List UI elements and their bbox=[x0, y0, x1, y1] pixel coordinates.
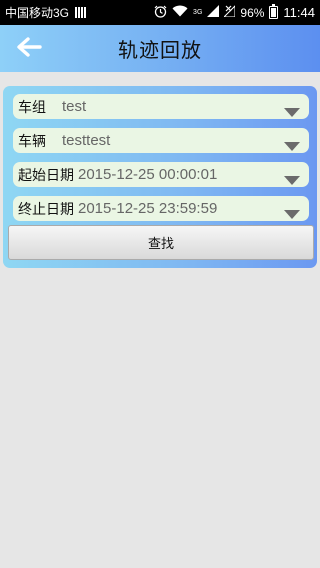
network-type-label: 3G bbox=[193, 9, 203, 16]
carrier-label: 中国移动3G bbox=[5, 6, 70, 20]
start-date-picker[interactable]: 起始日期 2015-12-25 00:00:01 bbox=[13, 162, 309, 187]
end-date-picker[interactable]: 终止日期 2015-12-25 23:59:59 bbox=[13, 196, 309, 221]
battery-icon bbox=[269, 4, 279, 19]
wifi-icon bbox=[172, 5, 188, 20]
alarm-clock-icon bbox=[154, 5, 167, 21]
cell-signal-icon bbox=[207, 5, 220, 20]
start-date-value: 2015-12-25 00:00:01 bbox=[78, 166, 218, 183]
no-sim-signal-icon bbox=[223, 4, 236, 20]
page-title: 轨迹回放 bbox=[118, 38, 202, 62]
vehicle-group-value: test bbox=[62, 98, 87, 115]
battery-percent: 96% bbox=[240, 5, 265, 20]
dropdown-arrow-icon bbox=[284, 136, 300, 151]
back-arrow-icon bbox=[16, 37, 42, 61]
dropdown-arrow-icon bbox=[284, 204, 300, 219]
vehicle-dropdown[interactable]: 车辆 testtest bbox=[13, 128, 309, 153]
end-date-value: 2015-12-25 23:59:59 bbox=[78, 200, 218, 217]
clock-time: 11:44 bbox=[283, 5, 315, 20]
title-bar: 轨迹回放 bbox=[0, 25, 320, 72]
vehicle-group-label: 车组 bbox=[18, 99, 46, 116]
dropdown-arrow-icon bbox=[284, 170, 300, 185]
status-bar: 中国移动3G 3G 96% 11:44 bbox=[0, 0, 320, 25]
start-date-label: 起始日期 bbox=[18, 167, 74, 184]
signal-bars-icon bbox=[75, 7, 87, 18]
vehicle-label: 车辆 bbox=[18, 133, 46, 150]
end-date-label: 终止日期 bbox=[18, 201, 74, 218]
back-button[interactable] bbox=[14, 37, 44, 61]
vehicle-group-dropdown[interactable]: 车组 test bbox=[13, 94, 309, 119]
vehicle-value: testtest bbox=[62, 132, 111, 149]
search-button[interactable]: 查找 bbox=[8, 225, 314, 260]
dropdown-arrow-icon bbox=[284, 102, 300, 117]
